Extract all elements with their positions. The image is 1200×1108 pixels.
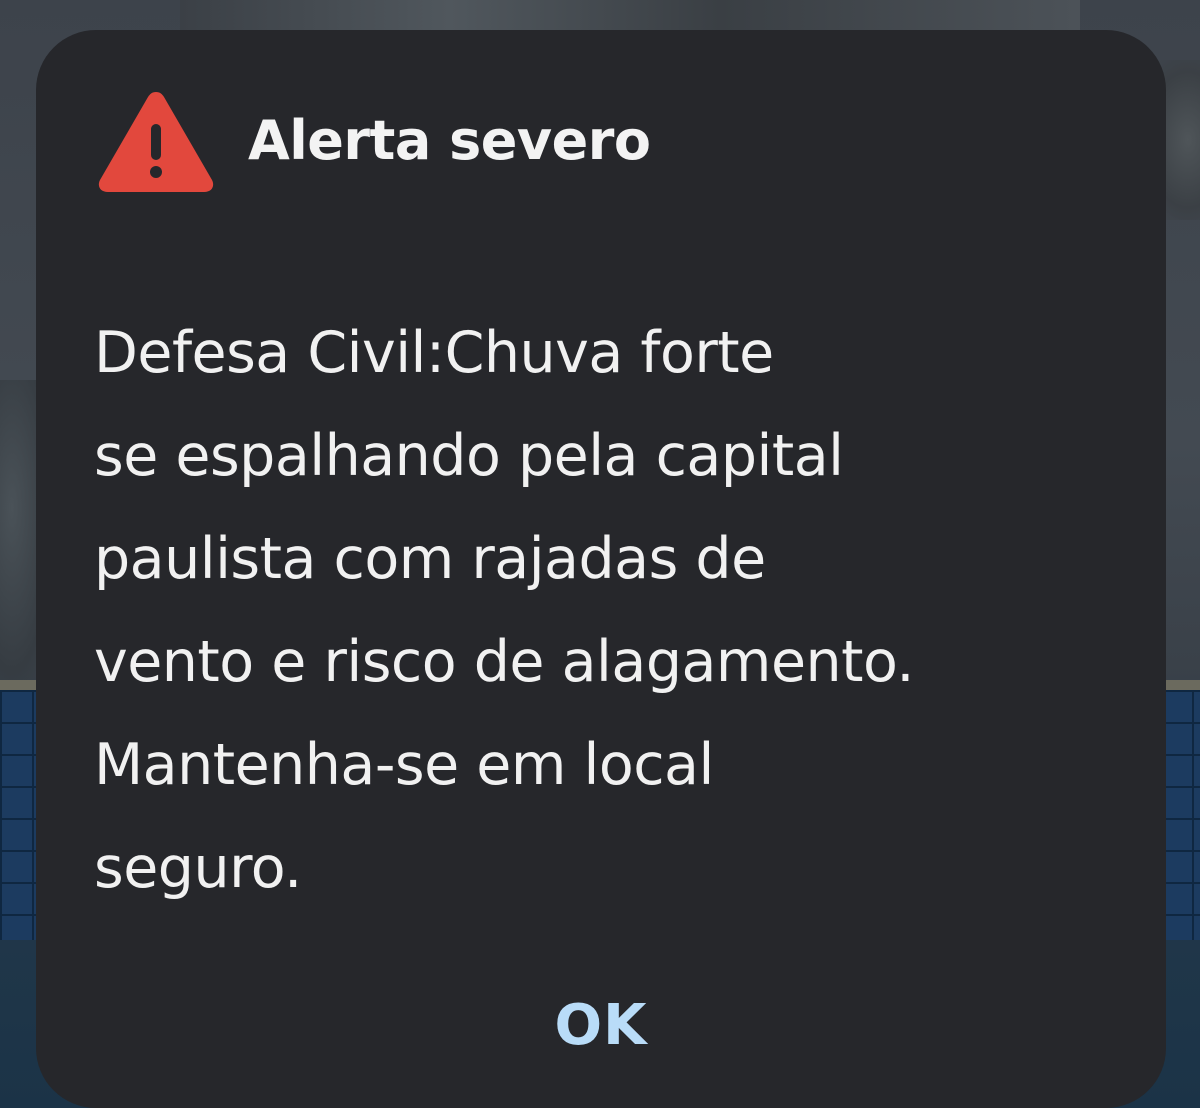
alert-message: Defesa Civil:Chuva forte se espalhando p… (94, 302, 1134, 920)
warning-triangle-icon (98, 92, 214, 192)
background-pool-tiles (0, 690, 40, 940)
emergency-alert-dialog: Alerta severo Defesa Civil:Chuva forte s… (36, 30, 1166, 1108)
ok-button[interactable]: OK (516, 980, 686, 1070)
alert-message-line: paulista com rajadas de (94, 526, 766, 592)
alert-title: Alerta severo (248, 109, 651, 172)
alert-header: Alerta severo (96, 86, 651, 196)
alert-message-line: se espalhando pela capital (94, 423, 844, 489)
alert-message-line: Defesa Civil:Chuva forte (94, 320, 774, 386)
background-pool-tiles (1160, 690, 1200, 940)
alert-message-line: seguro. (94, 835, 302, 901)
alert-message-line: Mantenha-se em local (94, 732, 714, 798)
alert-message-line: vento e risco de alagamento. (94, 629, 915, 695)
